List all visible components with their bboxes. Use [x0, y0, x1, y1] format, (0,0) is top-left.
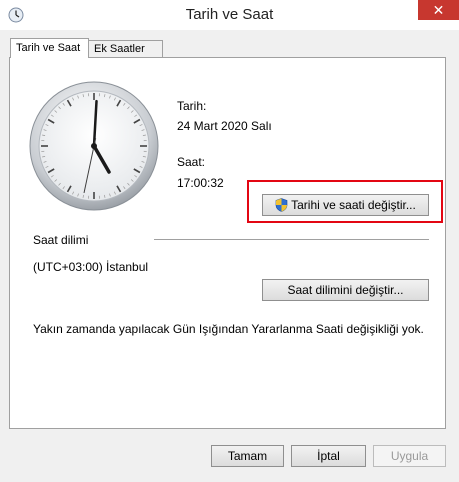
timezone-value: (UTC+03:00) İstanbul — [33, 260, 149, 274]
apply-label: Uygula — [390, 449, 429, 463]
cancel-label: İptal — [317, 449, 340, 463]
dst-message: Yakın zamanda yapılacak Gün Işığından Ya… — [33, 322, 424, 336]
timezone-divider — [154, 239, 429, 240]
close-icon: ✕ — [432, 2, 445, 18]
time-label: Saat: — [177, 155, 206, 169]
date-value: 24 Mart 2020 Salı — [177, 119, 272, 133]
change-timezone-button[interactable]: Saat dilimini değiştir... — [262, 279, 429, 301]
tab-additional-clocks[interactable]: Ek Saatler — [88, 40, 163, 57]
ok-button[interactable]: Tamam — [211, 445, 284, 467]
tab-date-time[interactable]: Tarih ve Saat — [10, 38, 89, 58]
tab-label: Tarih ve Saat — [16, 42, 81, 54]
ok-label: Tamam — [227, 449, 268, 463]
window-title: Tarih ve Saat — [185, 6, 274, 23]
clock-center-cap — [91, 143, 97, 149]
date-label: Tarih: — [177, 99, 207, 113]
close-button[interactable]: ✕ — [418, 0, 459, 20]
cancel-button[interactable]: İptal — [291, 445, 366, 467]
title-bar: Tarih ve Saat ✕ — [0, 0, 459, 30]
analog-clock — [29, 81, 159, 211]
tab-label: Ek Saatler — [94, 43, 145, 55]
timezone-heading: Saat dilimi — [33, 233, 89, 247]
change-timezone-label: Saat dilimini değiştir... — [287, 283, 404, 297]
apply-button[interactable]: Uygula — [373, 445, 446, 467]
tab-panel: Tarih: 24 Mart 2020 Salı Saat: 17:00:32 … — [9, 57, 446, 429]
highlight-box — [247, 180, 443, 223]
time-value: 17:00:32 — [177, 176, 224, 190]
